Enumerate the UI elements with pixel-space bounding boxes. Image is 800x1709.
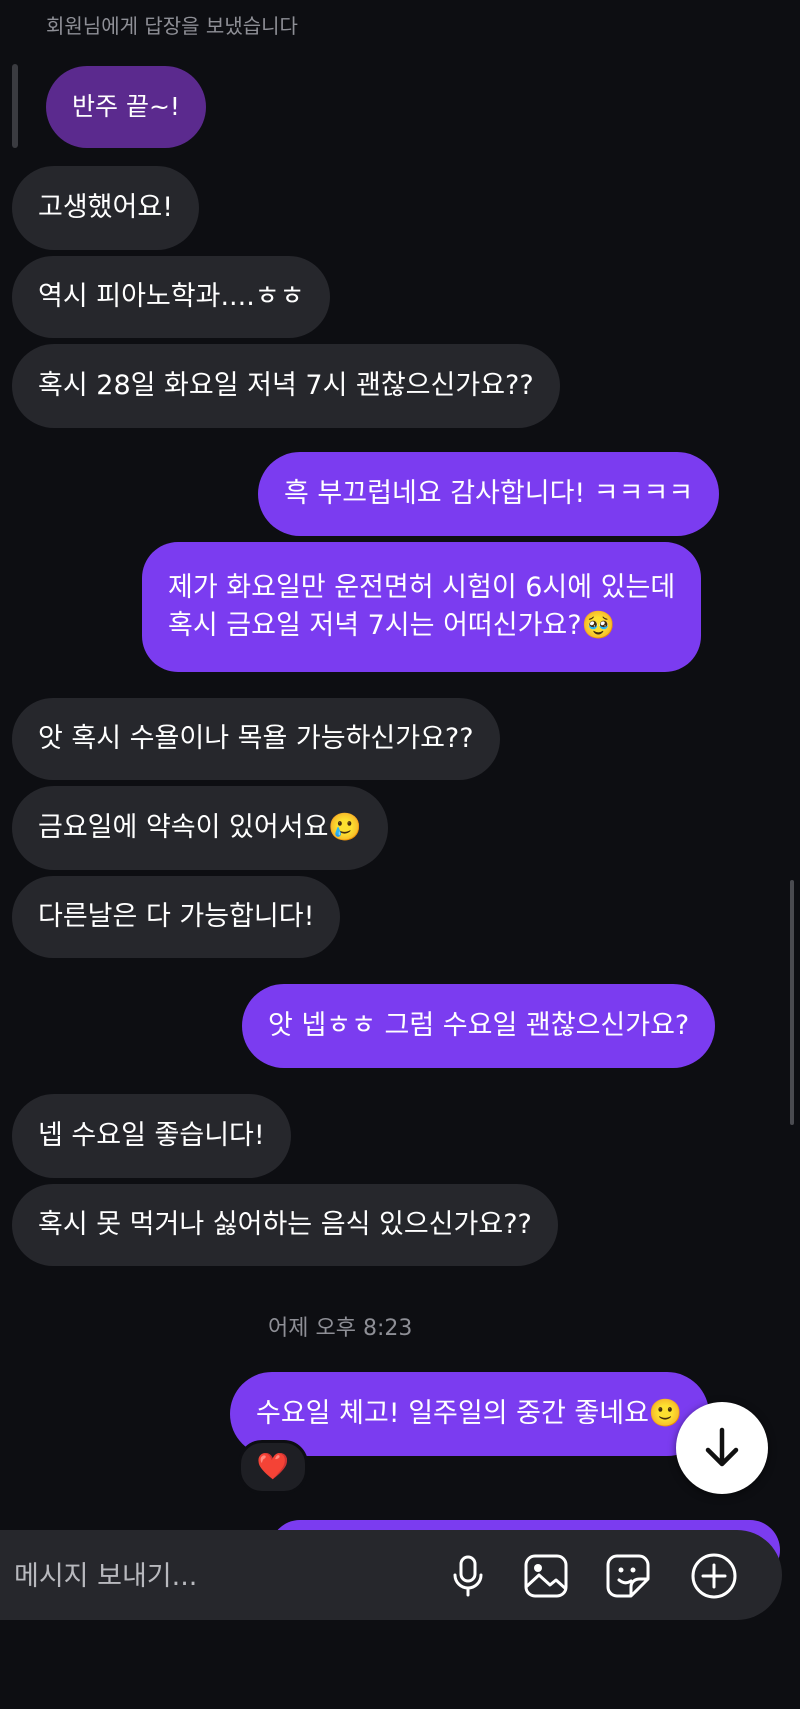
message-composer — [0, 1530, 782, 1620]
message-bubble-incoming[interactable]: 역시 피아노학과....ㅎㅎ — [12, 256, 331, 338]
message-bubble-outgoing[interactable]: 흑 부끄럽네요 감사합니다! ㅋㅋㅋㅋ — [258, 452, 720, 536]
timestamp: 어제 오후 8:23 — [268, 1316, 413, 1341]
message-bubble-incoming[interactable]: 넵 수요일 좋습니다! — [12, 1094, 291, 1178]
message-bubble-outgoing[interactable]: 앗 넵ㅎㅎ 그럼 수요일 괜찮으신가요? — [242, 984, 716, 1068]
quoted-message-bubble[interactable]: 반주 끝~! — [46, 66, 206, 148]
reply-label: 회원님에게 답장을 보냈습니다 — [46, 14, 298, 38]
image-icon[interactable] — [522, 1552, 570, 1600]
scroll-to-bottom-button[interactable] — [676, 1402, 768, 1494]
scrollbar-thumb[interactable] — [790, 880, 794, 1125]
microphone-icon[interactable] — [444, 1552, 492, 1600]
arrow-down-icon — [705, 1427, 739, 1467]
heart-icon: ❤️ — [256, 1452, 290, 1482]
message-bubble-incoming[interactable]: 고생했어요! — [12, 166, 200, 250]
message-bubble-incoming[interactable]: 혹시 못 먹거나 싫어하는 음식 있으신가요?? — [12, 1184, 558, 1266]
message-bubble-outgoing[interactable]: 제가 화요일만 운전면허 시험이 6시에 있는데 혹시 금요일 저녁 7시는 어… — [142, 542, 702, 672]
message-input[interactable] — [12, 1552, 436, 1600]
sticker-icon[interactable] — [604, 1552, 652, 1600]
reply-quote-bar — [12, 64, 18, 148]
reaction-badge[interactable]: ❤️ — [238, 1440, 308, 1494]
message-bubble-outgoing[interactable]: 수요일 체고! 일주일의 중간 좋네요🙂 — [230, 1372, 709, 1456]
message-bubble-incoming[interactable]: 다른날은 다 가능합니다! — [12, 876, 341, 958]
message-bubble-incoming[interactable]: 앗 혹시 수욜이나 목욜 가능하신가요?? — [12, 698, 500, 780]
message-bubble-incoming[interactable]: 금요일에 약속이 있어서요🥲 — [12, 786, 389, 870]
plus-circle-icon[interactable] — [690, 1552, 738, 1600]
message-bubble-incoming[interactable]: 혹시 28일 화요일 저녁 7시 괜찮으신가요?? — [12, 344, 560, 428]
